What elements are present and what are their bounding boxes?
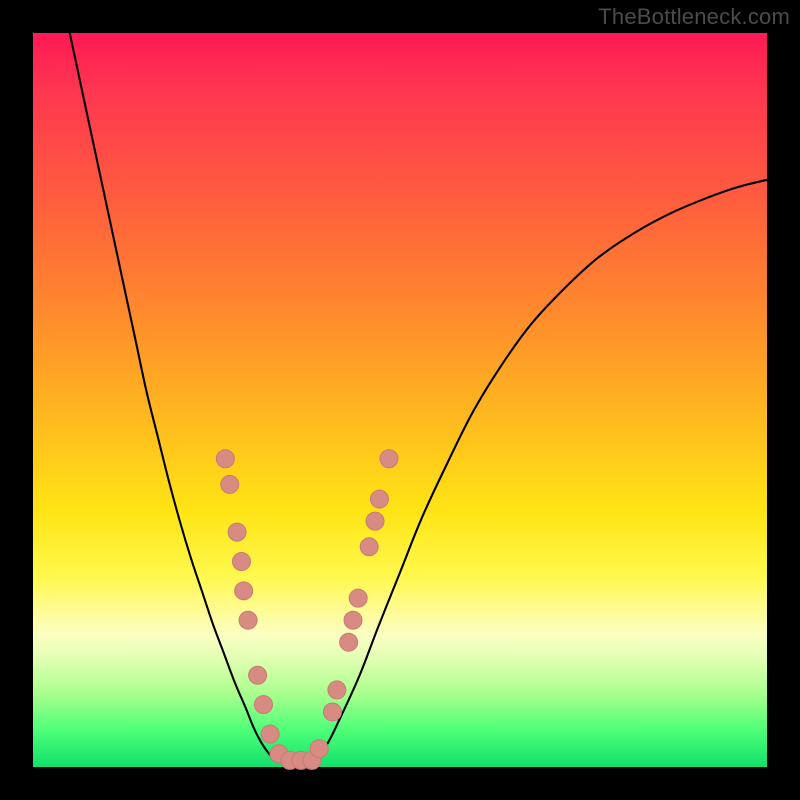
curve-right-branch bbox=[312, 180, 767, 762]
data-marker bbox=[216, 450, 234, 468]
data-marker bbox=[232, 552, 250, 570]
chart-svg bbox=[33, 33, 767, 767]
data-marker bbox=[344, 611, 362, 629]
plot-area bbox=[33, 33, 767, 767]
watermark-text: TheBottleneck.com bbox=[598, 4, 790, 30]
data-marker bbox=[254, 696, 272, 714]
data-marker bbox=[310, 740, 328, 758]
data-marker bbox=[360, 538, 378, 556]
data-marker bbox=[235, 582, 253, 600]
data-marker bbox=[370, 490, 388, 508]
data-marker bbox=[340, 633, 358, 651]
data-marker bbox=[328, 681, 346, 699]
data-marker bbox=[380, 450, 398, 468]
data-marker bbox=[249, 666, 267, 684]
data-marker bbox=[323, 703, 341, 721]
curve-left-branch bbox=[70, 33, 283, 762]
data-marker bbox=[366, 512, 384, 530]
marker-group bbox=[216, 450, 398, 770]
data-marker bbox=[349, 589, 367, 607]
chart-frame: TheBottleneck.com bbox=[0, 0, 800, 800]
data-marker bbox=[261, 725, 279, 743]
data-marker bbox=[228, 523, 246, 541]
data-marker bbox=[239, 611, 257, 629]
data-marker bbox=[221, 475, 239, 493]
